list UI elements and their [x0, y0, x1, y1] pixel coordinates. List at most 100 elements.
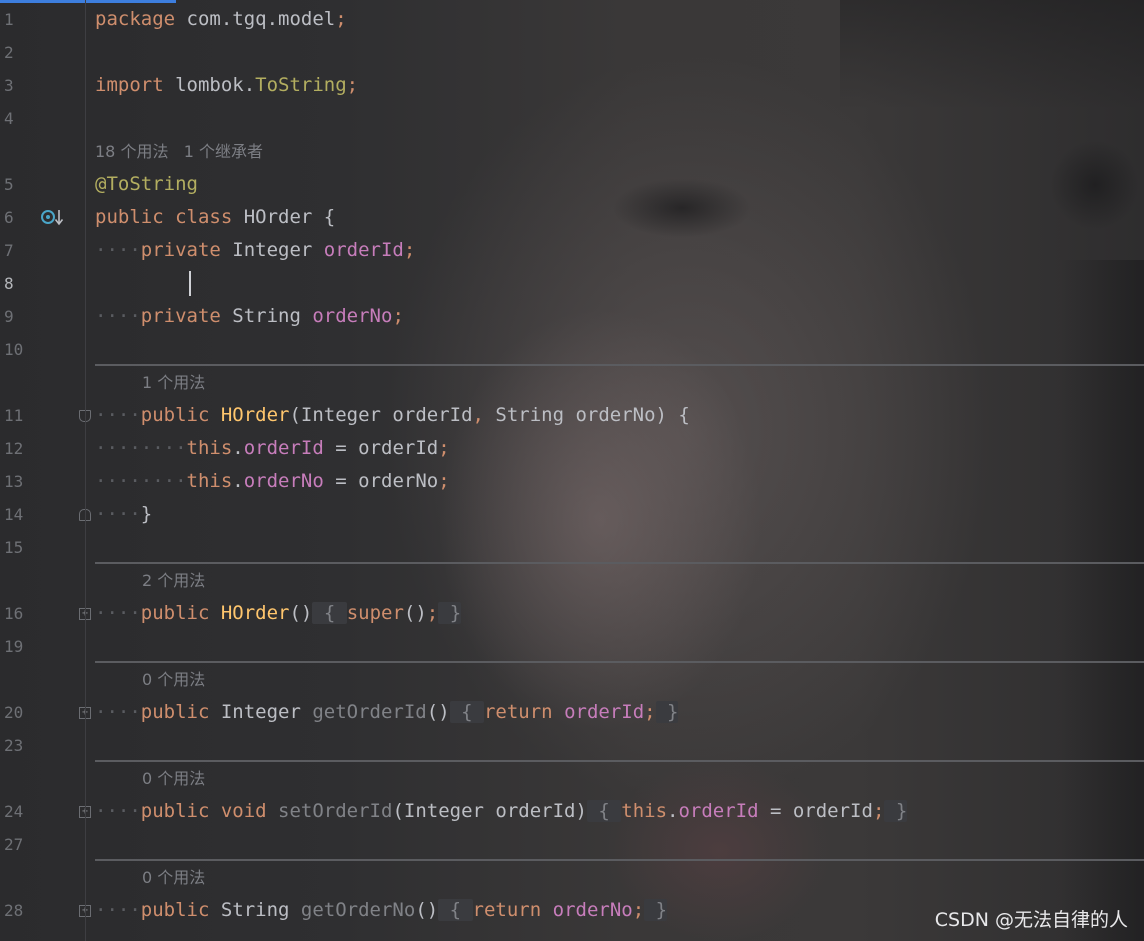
folded-region-open[interactable]: { [312, 602, 347, 624]
parens: () [415, 899, 439, 921]
usage-hint[interactable]: 0 个用法 [142, 762, 205, 795]
dot: . [667, 800, 679, 822]
field-name: orderId [243, 437, 324, 459]
constructor-name: HOrder [209, 602, 290, 624]
code-line-16[interactable]: ····public HOrder() { super(); } [95, 597, 462, 630]
code-line-7[interactable]: ····private Integer orderId; [95, 234, 415, 267]
line-number-active: 8 [4, 274, 14, 293]
keyword: public [140, 800, 210, 822]
semicolon: ; [392, 305, 404, 327]
line-number: 28 [4, 901, 24, 920]
folded-region-open[interactable]: { [438, 899, 473, 921]
code-line-11[interactable]: ····public HOrder(Integer orderId, Strin… [95, 399, 690, 432]
folded-region-open[interactable]: { [449, 701, 484, 723]
line-number: 27 [4, 835, 24, 854]
gutter-divider [85, 0, 86, 941]
code-area[interactable]: package com.tgq.model; import lombok.ToS… [95, 0, 1144, 941]
code-line-28[interactable]: ····public String getOrderNo() { return … [95, 894, 668, 927]
semicolon: ; [403, 239, 416, 261]
code-line-6[interactable]: public class HOrder { [95, 201, 335, 234]
code-line-3[interactable]: import lombok.ToString; [95, 69, 358, 102]
dot: . [232, 470, 244, 492]
implemented-by-icon[interactable] [41, 208, 65, 228]
line-number: 11 [4, 406, 24, 425]
parameters: (Integer orderId) [392, 800, 587, 822]
assignment: = orderNo [323, 470, 439, 492]
import-class: ToString [255, 74, 347, 96]
code-line-14[interactable]: ····} [95, 498, 152, 531]
keyword: this [621, 800, 668, 822]
usage-hint[interactable]: 1 个用法 [142, 366, 205, 399]
method-separator [95, 661, 1144, 663]
field-name: orderNo [243, 470, 324, 492]
indent-guide: ···· [95, 602, 141, 624]
code-line-1[interactable]: package com.tgq.model; [95, 3, 347, 36]
code-line-9[interactable]: ····private String orderNo; [95, 300, 404, 333]
line-number: 23 [4, 736, 24, 755]
indent-guide: ···· [95, 239, 141, 261]
code-line-13[interactable]: ········this.orderNo = orderNo; [95, 465, 450, 498]
keyword: this [186, 437, 233, 459]
brace: } [140, 503, 153, 525]
usage-hint[interactable]: 18 个用法 1 个继承者 [95, 135, 263, 168]
constructor-name: HOrder [209, 404, 290, 426]
keyword: private [140, 239, 221, 261]
semicolon: ; [346, 74, 359, 96]
usage-hint[interactable]: 0 个用法 [142, 861, 205, 894]
parameters: String orderNo) { [483, 404, 690, 426]
semicolon: ; [335, 8, 347, 30]
semicolon: ; [438, 470, 450, 492]
line-number: 12 [4, 439, 24, 458]
code-line-24[interactable]: ····public void setOrderId(Integer order… [95, 795, 908, 828]
line-number-gutter[interactable]: 1 2 3 4 5 6 7 8 9 10 11 12 13 14 15 16 1… [0, 0, 91, 941]
folded-region-close[interactable]: } [438, 602, 462, 624]
line-number: 16 [4, 604, 24, 623]
code-editor[interactable]: 1 2 3 4 5 6 7 8 9 10 11 12 13 14 15 16 1… [0, 0, 1144, 941]
indent-guide: ···· [95, 404, 141, 426]
line-number: 5 [4, 175, 14, 194]
call-parens: () [403, 602, 427, 624]
method-separator [95, 760, 1144, 762]
line-number: 9 [4, 307, 14, 326]
indent-guide: ···· [95, 701, 141, 723]
folded-region-close[interactable]: } [655, 701, 679, 723]
line-number: 13 [4, 472, 24, 491]
semicolon: ; [644, 701, 656, 723]
brace: { [312, 206, 336, 228]
keyword: package [95, 8, 176, 30]
line-number: 7 [4, 241, 14, 260]
type-name: Integer [220, 239, 313, 261]
dot: . [232, 437, 244, 459]
folded-region-open[interactable]: { [586, 800, 622, 822]
semicolon: ; [426, 602, 439, 624]
keyword: public [140, 404, 210, 426]
line-number: 6 [4, 208, 14, 227]
semicolon: ; [632, 899, 645, 921]
import-package: lombok. [163, 74, 256, 96]
class-name: HOrder [232, 206, 313, 228]
indent-guide: ···· [95, 800, 141, 822]
line-number: 24 [4, 802, 24, 821]
usage-hint[interactable]: 0 个用法 [142, 663, 205, 696]
code-line-5[interactable]: @ToString [95, 168, 198, 201]
annotation: @ToString [95, 173, 198, 195]
method-separator [95, 364, 1144, 366]
code-line-12[interactable]: ········this.orderId = orderId; [95, 432, 450, 465]
usage-hint[interactable]: 2 个用法 [142, 564, 205, 597]
field-name: orderId [678, 800, 759, 822]
folded-region-close[interactable]: } [884, 800, 908, 822]
method-separator [95, 562, 1144, 564]
semicolon: ; [438, 437, 450, 459]
keyword: this [186, 470, 233, 492]
field-name: orderId [312, 239, 404, 261]
comma: , [472, 404, 484, 426]
keyword: private [140, 305, 221, 327]
indent-guide: ···· [95, 305, 141, 327]
field-name: orderNo [541, 899, 633, 921]
semicolon: ; [872, 800, 885, 822]
code-line-20[interactable]: ····public Integer getOrderId() { return… [95, 696, 679, 729]
folded-region-close[interactable]: } [644, 899, 668, 921]
keyword: void [209, 800, 267, 822]
indent-guide: ···· [95, 899, 141, 921]
keyword: return [483, 701, 553, 723]
